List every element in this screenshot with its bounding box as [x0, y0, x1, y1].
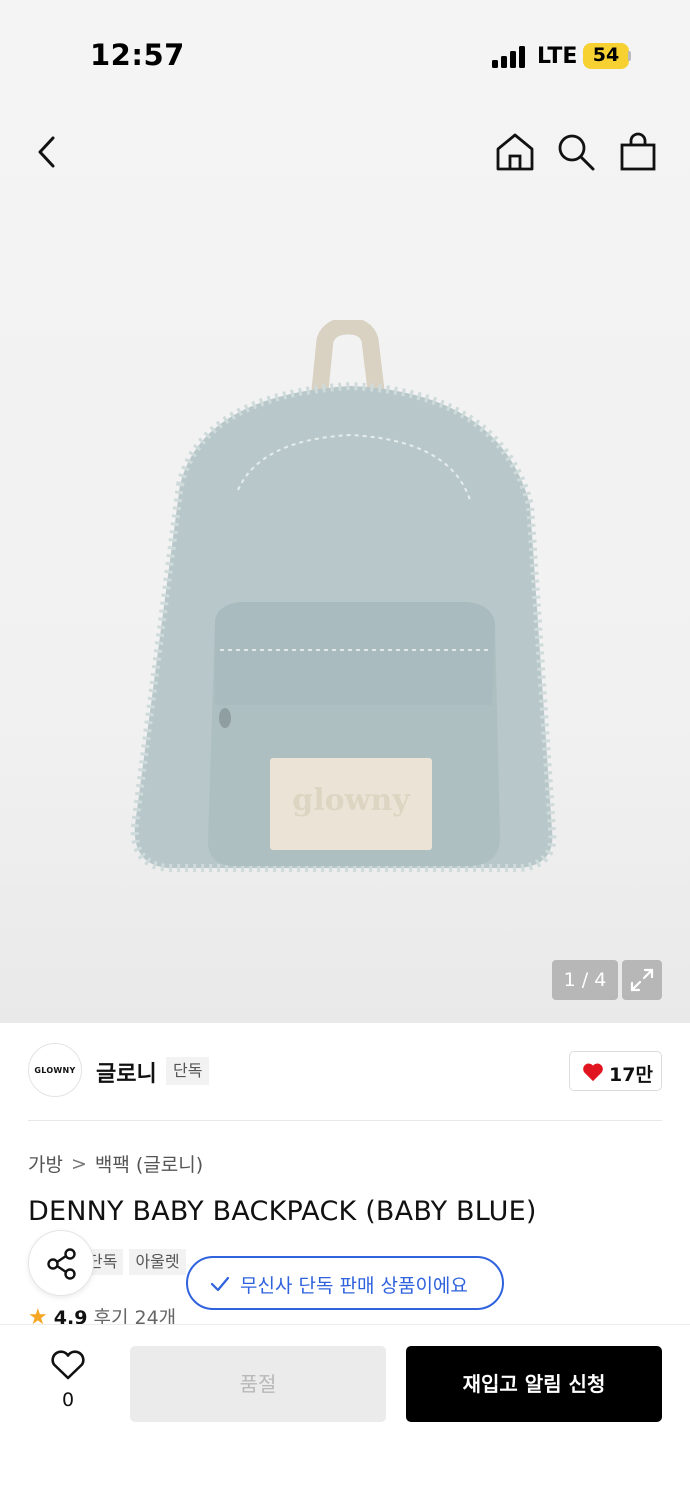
- product-title: DENNY BABY BACKPACK (BABY BLUE): [28, 1196, 537, 1227]
- brand-logo[interactable]: GLOWNY: [28, 1043, 82, 1097]
- restock-alert-button[interactable]: 재입고 알림 신청: [406, 1346, 662, 1422]
- shopping-bag-icon[interactable]: [618, 132, 658, 172]
- heart-outline-icon: [51, 1350, 85, 1380]
- network-label: LTE: [537, 44, 578, 69]
- star-icon: ★: [28, 1305, 48, 1325]
- product-tag: 아울렛: [129, 1249, 186, 1275]
- heart-icon: [583, 1063, 603, 1082]
- rating-score: 4.9: [53, 1307, 88, 1325]
- breadcrumb-category[interactable]: 가방: [28, 1150, 63, 1177]
- search-icon[interactable]: [556, 132, 596, 172]
- signal-icon: [492, 46, 525, 68]
- battery-icon: 54: [583, 43, 629, 69]
- back-icon[interactable]: [28, 132, 68, 172]
- status-time: 12:57: [90, 38, 185, 72]
- brand-row[interactable]: GLOWNY 글로니 단독 17만: [28, 1043, 662, 1099]
- chevron-right-icon: >: [70, 1152, 87, 1175]
- brand-like-count: 17만: [609, 1064, 653, 1086]
- share-icon: [47, 1248, 76, 1280]
- brand-name[interactable]: 글로니: [96, 1056, 157, 1088]
- review-count[interactable]: 후기 24개: [94, 1307, 177, 1325]
- patch-logo-text: glowny: [292, 783, 411, 818]
- exclusive-tooltip: 무신사 단독 판매 상품이에요: [186, 1256, 504, 1310]
- wishlist-button[interactable]: 0: [48, 1349, 88, 1411]
- battery-level: 54: [592, 44, 620, 66]
- exclusive-badge: 단독: [166, 1057, 210, 1085]
- image-counter: 1 / 4: [552, 960, 618, 1000]
- divider: [28, 1120, 662, 1121]
- expand-icon[interactable]: [622, 960, 662, 1000]
- tooltip-text: 무신사 단독 판매 상품이에요: [240, 1275, 468, 1297]
- breadcrumb-subcategory[interactable]: 백팩 (글로니): [95, 1150, 203, 1177]
- share-button[interactable]: [28, 1230, 94, 1296]
- bottom-action-bar: 0 품절 재입고 알림 신청: [0, 1324, 690, 1500]
- wishlist-count: 0: [61, 1389, 75, 1411]
- breadcrumb: 가방 > 백팩 (글로니): [28, 1150, 203, 1177]
- product-image: glowny: [130, 320, 557, 872]
- brand-like-button[interactable]: 17만: [569, 1051, 662, 1091]
- product-image-gallery[interactable]: 12:57 LTE 54 glowny 1 / 4: [0, 0, 690, 1023]
- soldout-button: 품절: [130, 1346, 386, 1422]
- battery-nub: [628, 51, 631, 61]
- check-icon: [210, 1276, 230, 1292]
- home-icon[interactable]: [495, 132, 535, 172]
- status-bar: 12:57 LTE 54: [0, 0, 690, 110]
- product-tags: 단독 아울렛: [82, 1249, 186, 1275]
